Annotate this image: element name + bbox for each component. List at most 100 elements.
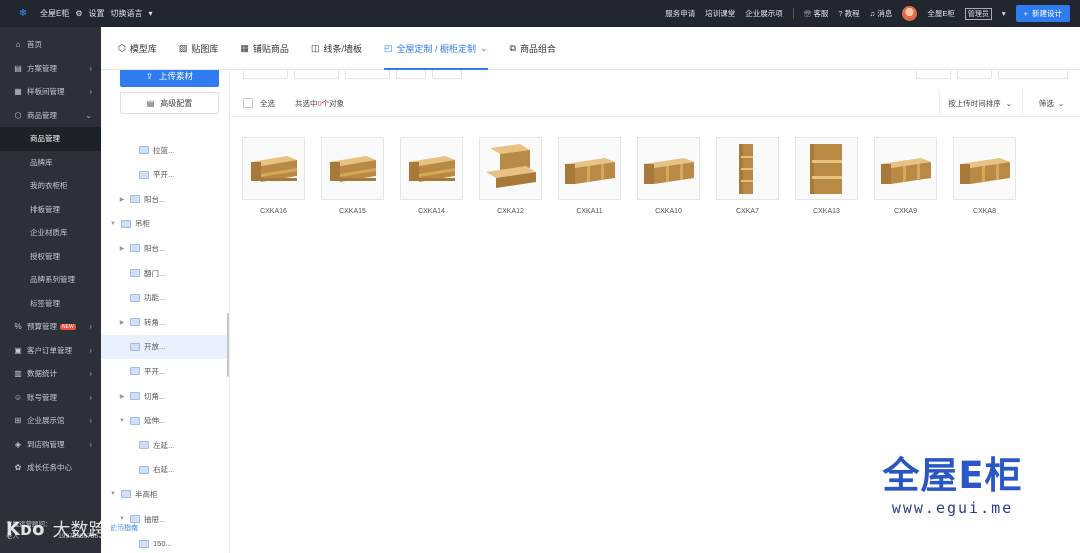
tab-product-combos[interactable]: ⧉ 商品组合	[510, 27, 556, 70]
product-card[interactable]: CXKA7	[716, 137, 779, 215]
product-card[interactable]: CXKA13	[795, 137, 858, 215]
product-thumbnail[interactable]	[637, 137, 700, 200]
divider	[792, 8, 794, 19]
tab-model-library[interactable]: ⬡ 模型库	[118, 27, 157, 70]
product-card[interactable]: CXKA15	[321, 137, 384, 215]
sidebar-item-statistics[interactable]: ▥ 数据统计 ›	[0, 362, 101, 386]
product-thumbnail[interactable]	[716, 137, 779, 200]
sidebar-item-store[interactable]: ◈ 到店购管理 ›	[0, 433, 101, 457]
select-all-label[interactable]: 全选	[260, 98, 275, 109]
product-thumbnail[interactable]	[795, 137, 858, 200]
product-thumbnail[interactable]	[242, 137, 305, 200]
showcase-link[interactable]: 企业展示项	[745, 8, 783, 19]
caret-down-icon[interactable]: ▼	[109, 491, 117, 497]
sidebar-subitem-brand-series[interactable]: 品牌系列管理	[0, 268, 101, 292]
sidebar-item-budget[interactable]: % 预算管理 NEW ›	[0, 315, 101, 339]
avatar[interactable]	[902, 6, 918, 21]
settings-link[interactable]: 设置	[89, 8, 105, 19]
sidebar-subitem-board-layout[interactable]: 排板管理	[0, 198, 101, 222]
upload-icon: ⇪	[145, 70, 154, 81]
caret-down-icon[interactable]: ▼	[118, 418, 126, 424]
product-card[interactable]: CXKA8	[953, 137, 1016, 215]
new-design-button[interactable]: + 新建设计	[1015, 5, 1070, 22]
folder-icon	[139, 465, 149, 474]
messages-link[interactable]: ♫ 消息	[870, 8, 893, 19]
product-thumbnail[interactable]	[400, 137, 463, 200]
product-thumbnail[interactable]	[321, 137, 384, 200]
sidebar-item-orders[interactable]: ▣ 客户订单管理 ›	[0, 339, 101, 363]
service-link[interactable]: ☏ 客服	[804, 8, 829, 19]
service-request-link[interactable]: 服务申请	[665, 8, 695, 19]
product-thumbnail[interactable]	[874, 137, 937, 200]
caret-right-icon[interactable]: ▶	[118, 196, 126, 203]
sidebar-subitem-tags[interactable]: 标签管理	[0, 292, 101, 316]
tree-node[interactable]: 右延...	[101, 458, 229, 482]
sidebar-subitem-product-management[interactable]: 商品管理	[0, 127, 101, 151]
sidebar-item-growth-tasks[interactable]: ✿ 成长任务中心	[0, 456, 101, 480]
sidebar-item-home[interactable]: ⌂ 首页	[0, 33, 101, 57]
tree-node[interactable]: 拉篮...	[101, 138, 229, 162]
sidebar-item-plans[interactable]: ▤ 方案管理 ›	[0, 57, 101, 81]
tree-node[interactable]: ▼ 延伸...	[101, 409, 229, 433]
sidebar-subitem-material-library[interactable]: 企业材质库	[0, 221, 101, 245]
training-link[interactable]: 培训课堂	[705, 8, 735, 19]
caret-right-icon[interactable]: ▶	[118, 393, 126, 400]
product-thumbnail[interactable]	[558, 137, 621, 200]
product-thumbnail[interactable]	[479, 137, 542, 200]
sidebar-subitem-my-wardrobes[interactable]: 我的衣柜柜	[0, 174, 101, 198]
folder-icon	[139, 146, 149, 154]
caret-right-icon[interactable]: ▶	[118, 245, 126, 252]
filter-select[interactable]: 筛选 ⌄	[1022, 90, 1080, 117]
tree-scrollbar[interactable]	[227, 313, 229, 377]
tree-node[interactable]: ▶ 转角...	[101, 310, 229, 334]
gear-icon[interactable]: ⚙	[75, 9, 82, 18]
sort-select[interactable]: 按上传时间排序 ⌄	[939, 90, 1020, 117]
advanced-config-button[interactable]: ▤ 高级配置	[120, 92, 219, 114]
tab-texture-library[interactable]: ▨ 贴图库	[179, 27, 219, 70]
tab-lines-walls[interactable]: ◫ 线条/墙板	[311, 27, 362, 70]
switch-language-link[interactable]: 切换语言	[111, 8, 143, 19]
tree-node[interactable]: 平开...	[101, 163, 229, 187]
product-card[interactable]: CXKA12	[479, 137, 542, 215]
sidebar-subitem-brand-library[interactable]: 品牌库	[0, 151, 101, 175]
tutorial-link[interactable]: ? 教程	[838, 8, 859, 19]
sidebar-item-showrooms[interactable]: ▦ 样板间管理 ›	[0, 80, 101, 104]
caret-right-icon[interactable]: ▶	[118, 319, 126, 326]
product-card[interactable]: CXKA10	[637, 137, 700, 215]
sidebar-item-products[interactable]: ⬡ 商品管理 ⌄	[0, 104, 101, 128]
tree-node[interactable]: 平开...	[101, 359, 229, 383]
tree-node[interactable]: ▼ 吊柜	[101, 212, 229, 236]
product-card[interactable]: CXKA11	[558, 137, 621, 215]
tree-node[interactable]: ▶ 阳台...	[101, 187, 229, 211]
chevron-down-icon[interactable]: ▾	[149, 9, 153, 18]
select-all-checkbox[interactable]	[243, 98, 253, 108]
username[interactable]: 全屋E柜	[927, 8, 955, 19]
upload-material-button[interactable]: ⇪ 上传素材	[120, 70, 219, 87]
product-thumbnail[interactable]	[953, 137, 1016, 200]
folder-icon	[121, 219, 131, 228]
sidebar-item-accounts[interactable]: ☺ 账号管理 ›	[0, 386, 101, 410]
tree-node-label: 右延...	[153, 465, 175, 475]
product-card[interactable]: CXKA9	[874, 137, 937, 215]
corner-watermark: Kᴅᴏ 大数跨境	[6, 516, 125, 542]
tree-node[interactable]: 翻门...	[101, 261, 229, 285]
sidebar-subitem-authorization[interactable]: 授权管理	[0, 245, 101, 269]
sidebar-item-showcase[interactable]: ⊞ 企业展示馆 ›	[0, 409, 101, 433]
chevron-right-icon: ›	[89, 369, 92, 379]
tab-tile-products[interactable]: ▦ 铺贴商品	[240, 27, 289, 70]
user-menu-chevron-icon[interactable]: ▾	[1002, 9, 1006, 18]
tree-node[interactable]: 功能...	[101, 286, 229, 310]
tree-node[interactable]: ▼ 半高柜	[101, 482, 229, 506]
product-card[interactable]: CXKA16	[242, 137, 305, 215]
tree-node[interactable]: 开放...	[101, 334, 229, 359]
tree-node[interactable]: 左延...	[101, 433, 229, 457]
caret-down-icon[interactable]: ▼	[109, 221, 117, 227]
product-card[interactable]: CXKA14	[400, 137, 463, 215]
order-icon: ▣	[14, 345, 22, 355]
tab-custom-cabinets[interactable]: ◰ 全屋定制 / 橱柜定制 ⌄	[383, 27, 488, 70]
combo-icon: ⧉	[509, 42, 516, 53]
chevron-down-icon: ⌄	[85, 110, 92, 120]
tree-node[interactable]: ▶ 切角...	[101, 384, 229, 408]
tree-node-label: 转角...	[144, 317, 166, 327]
tree-node[interactable]: ▶ 阳台...	[101, 236, 229, 260]
